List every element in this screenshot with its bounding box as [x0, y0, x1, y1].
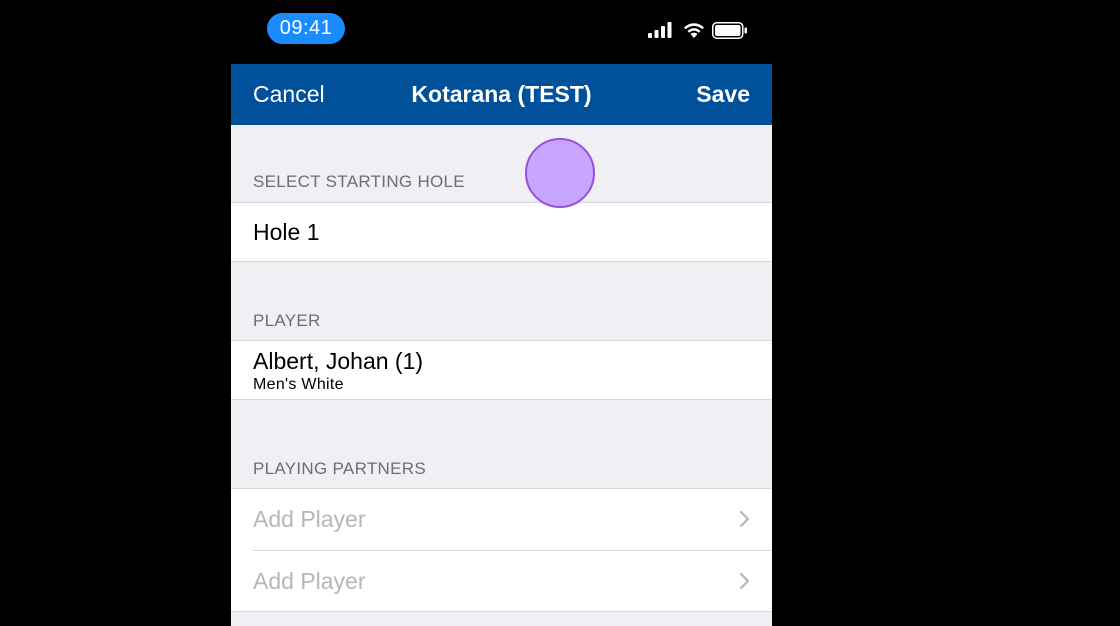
section-header-starting-hole: SELECT STARTING HOLE: [253, 172, 465, 191]
playing-partners-list: Add Player Add Player: [231, 488, 772, 612]
status-time: 09:41: [267, 13, 345, 44]
add-player-row[interactable]: Add Player: [231, 489, 772, 550]
wifi-icon: [684, 23, 704, 38]
add-player-label: Add Player: [253, 568, 366, 594]
navigation-bar: Cancel Kotarana (TEST) Save: [231, 64, 772, 125]
section-header-playing-partners: PLAYING PARTNERS: [253, 459, 426, 478]
player-tee: Men's White: [253, 376, 344, 393]
battery-icon: [712, 22, 747, 39]
section-header-player: PLAYER: [253, 311, 321, 330]
phone-screen: Cancel Kotarana (TEST) Save SELECT START…: [231, 64, 772, 626]
chevron-right-icon: [739, 510, 750, 528]
add-player-label: Add Player: [253, 506, 366, 532]
cancel-button[interactable]: Cancel: [253, 64, 325, 125]
app-screenshot: 09:41 Cancel Kotarana (TEST) Save SELECT…: [0, 0, 1120, 626]
starting-hole-cell[interactable]: Hole 1: [231, 202, 772, 262]
status-icons: [648, 20, 748, 44]
chevron-right-icon: [739, 572, 750, 590]
player-name: Albert, Johan (1): [253, 348, 424, 374]
player-cell[interactable]: Albert, Johan (1) Men's White: [231, 340, 772, 400]
add-player-row[interactable]: Add Player: [231, 551, 772, 612]
save-button[interactable]: Save: [696, 64, 750, 125]
touch-indicator: [525, 138, 595, 208]
starting-hole-value: Hole 1: [253, 219, 320, 245]
signal-icon: [648, 22, 672, 38]
